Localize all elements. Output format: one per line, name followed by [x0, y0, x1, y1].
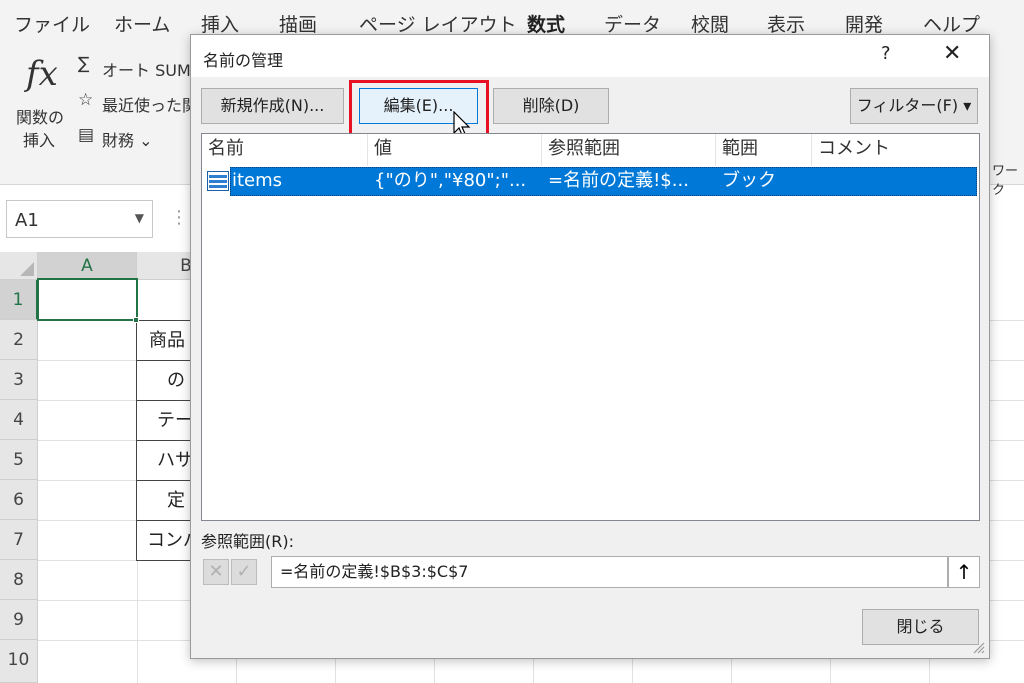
chevron-down-icon[interactable]: ▼ — [135, 211, 144, 225]
dialog-titlebar[interactable]: 名前の管理 ? ✕ — [191, 35, 989, 77]
table-cell[interactable]: ハサ — [136, 440, 196, 481]
table-cell[interactable]: 定 — [136, 480, 196, 521]
column-header-a[interactable]: A — [38, 252, 137, 280]
name-box-value: A1 — [15, 210, 39, 231]
table-cell[interactable]: テー — [136, 400, 196, 441]
table-cell[interactable]: の — [136, 360, 196, 401]
insert-function-label-2[interactable]: 挿入 — [23, 127, 55, 151]
column-header-value[interactable]: 値 — [368, 134, 542, 166]
name-manager-dialog: 名前の管理 ? ✕ 新規作成(N)... 編集(E)... 削除(D) フィルタ… — [190, 34, 990, 659]
collapse-dialog-icon[interactable]: ↑ — [948, 556, 980, 588]
new-name-button[interactable]: 新規作成(N)... — [201, 88, 344, 124]
recent-functions-button[interactable]: 最近使った関 — [102, 92, 198, 116]
refers-to-input[interactable]: =名前の定義!$B$3:$C$7 — [271, 556, 948, 588]
formula-bar-separator: ⋮ — [170, 207, 188, 228]
list-item-name: items — [232, 170, 283, 191]
cancel-x-icon[interactable]: ✕ — [203, 559, 229, 585]
select-all-corner[interactable] — [0, 252, 38, 280]
row-header-3[interactable]: 3 — [0, 360, 38, 400]
tab-formulas[interactable]: 数式 — [527, 10, 565, 37]
tab-draw[interactable]: 描画 — [279, 10, 317, 37]
tab-developer[interactable]: 開発 — [845, 10, 883, 37]
list-item-refers-to: =名前の定義!$... — [548, 170, 689, 191]
dialog-title: 名前の管理 — [203, 51, 284, 70]
tab-file[interactable]: ファイル — [14, 10, 90, 37]
names-list[interactable]: 名前 値 参照範囲 範囲 コメント items {"のり","¥80";"...… — [201, 133, 980, 521]
active-cell-a1[interactable] — [37, 278, 138, 321]
list-item-value: {"のり","¥80";"... — [374, 170, 527, 191]
tab-review[interactable]: 校閲 — [691, 10, 729, 37]
table-name-icon — [207, 171, 229, 191]
close-icon[interactable]: ✕ — [943, 41, 961, 66]
row-header-1[interactable]: 1 — [0, 280, 38, 320]
autosum-button[interactable]: オート SUM — [102, 57, 191, 81]
list-item-scope: ブック — [722, 170, 776, 191]
column-header-name[interactable]: 名前 — [202, 134, 368, 166]
column-header-scope[interactable]: 範囲 — [716, 134, 812, 166]
icon-stripe — [209, 175, 227, 178]
insert-function-label-1[interactable]: 関数の — [16, 104, 64, 128]
row-header-10[interactable]: 10 — [0, 640, 38, 683]
financial-book-icon: ▤ — [78, 125, 95, 145]
row-header-5[interactable]: 5 — [0, 440, 38, 480]
tab-help[interactable]: ヘルプ — [923, 10, 980, 37]
icon-stripe — [209, 185, 227, 188]
filter-dropdown[interactable]: フィルター(F) ▾ — [850, 88, 978, 124]
tab-insert[interactable]: 挿入 — [201, 10, 239, 37]
insert-function-icon[interactable]: fx — [26, 54, 58, 94]
close-button[interactable]: 閉じる — [862, 609, 979, 645]
tab-home[interactable]: ホーム — [114, 10, 170, 37]
select-all-triangle-icon — [20, 262, 34, 276]
tab-page-layout[interactable]: ページ レイアウト — [359, 10, 517, 37]
table-cell[interactable]: 商品 — [136, 320, 196, 361]
confirm-check-icon[interactable]: ✓ — [231, 559, 257, 585]
row-header-7[interactable]: 7 — [0, 520, 38, 560]
tab-data[interactable]: データ — [604, 10, 661, 37]
row-header-2[interactable]: 2 — [0, 320, 38, 360]
row-header-6[interactable]: 6 — [0, 480, 38, 520]
row-header-9[interactable]: 9 — [0, 600, 38, 640]
tab-view[interactable]: 表示 — [767, 10, 805, 37]
refers-to-label: 参照範囲(R): — [201, 532, 294, 551]
name-box[interactable]: A1 ▼ — [6, 200, 153, 238]
fill-handle[interactable] — [133, 317, 139, 323]
autosum-icon: ∑ — [78, 54, 90, 74]
row-header-8[interactable]: 8 — [0, 560, 38, 600]
icon-stripe — [209, 180, 227, 183]
delete-button[interactable]: 削除(D) — [493, 88, 609, 124]
column-header-refers-to[interactable]: 参照範囲 — [542, 134, 716, 166]
recent-star-icon: ☆ — [78, 90, 94, 110]
worksheet-fragment: ワーク — [992, 164, 1019, 198]
row-header-4[interactable]: 4 — [0, 400, 38, 440]
column-header-comment[interactable]: コメント — [812, 134, 979, 166]
financial-button[interactable]: 財務 ⌄ — [102, 127, 153, 151]
help-icon[interactable]: ? — [881, 43, 891, 64]
resize-grip-icon[interactable] — [971, 640, 985, 654]
table-cell[interactable]: コンバ — [136, 520, 196, 561]
